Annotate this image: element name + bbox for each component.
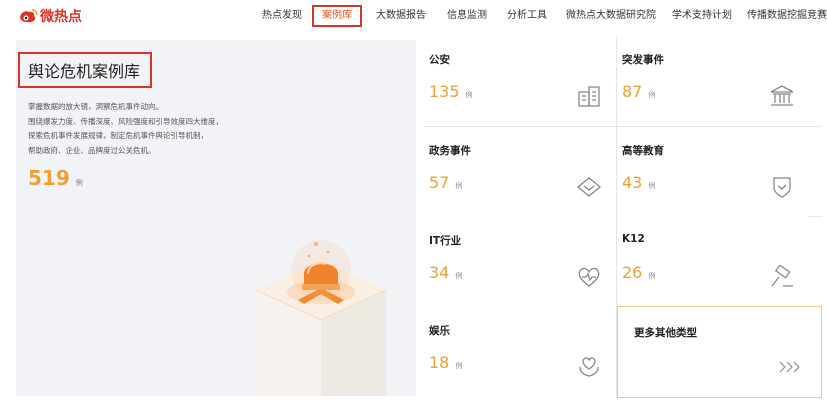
count-unit: 例	[648, 91, 656, 99]
shield-check-icon	[773, 177, 791, 198]
bank-icon	[770, 85, 794, 106]
page-title: 舆论危机案例库	[18, 52, 152, 88]
weibo-eye-icon	[20, 9, 38, 23]
category-card-k12[interactable]: K12 26 例	[617, 217, 809, 307]
category-count: 135 例	[429, 82, 473, 101]
category-card-higher-education[interactable]: 高等教育 43 例	[617, 127, 809, 217]
nav-label: 案例库	[312, 5, 362, 27]
nav-label: 大数据报告	[376, 10, 426, 21]
count-number: 135	[429, 82, 460, 101]
category-count: 57 例	[429, 173, 462, 192]
count-number: 57	[429, 173, 450, 192]
category-name: 娱乐	[429, 325, 450, 337]
count-number: 43	[622, 173, 643, 192]
main-nav: 热点发现 案例库 大数据报告 信息监测 分析工具 微热点大数据研究院 学术支持计…	[250, 0, 827, 32]
nav-label: 信息监测	[447, 10, 487, 21]
desc-line: 围绕爆发力度、传播深度、风险强度和引导效度四大维度，	[28, 116, 223, 126]
count-unit: 例	[455, 362, 463, 370]
heart-hands-icon	[579, 357, 599, 377]
count-number: 34	[429, 263, 450, 282]
nav-analysis-tools[interactable]: 分析工具	[507, 0, 547, 32]
total-number: 519	[28, 166, 70, 190]
nav-mining-contest[interactable]: 传播数据挖掘竞赛	[747, 0, 827, 32]
more-categories-card[interactable]: 更多其他类型	[617, 306, 822, 398]
nav-academic-support[interactable]: 学术支持计划	[672, 0, 732, 32]
count-unit: 例	[648, 182, 656, 190]
category-card-emergency[interactable]: 突发事件 87 例	[617, 36, 809, 126]
nav-label: 学术支持计划	[672, 10, 732, 21]
nav-info-monitoring[interactable]: 信息监测	[447, 0, 487, 32]
nav-case-library[interactable]: 案例库	[312, 0, 362, 32]
total-count: 519 例	[28, 166, 83, 190]
count-unit: 例	[465, 91, 473, 99]
intro-description: 掌握数据的放大镜，洞察危机事件动向。 围绕爆发力度、传播深度、风险强度和引导效度…	[28, 100, 223, 158]
count-number: 18	[429, 353, 450, 372]
category-card-government[interactable]: 政务事件 57 例	[424, 127, 616, 217]
alarm-illustration	[255, 240, 387, 396]
nav-label: 分析工具	[507, 10, 547, 21]
nav-big-data-report[interactable]: 大数据报告	[376, 0, 426, 32]
heart-pulse-icon	[578, 267, 600, 287]
diamond-chevron-icon	[576, 177, 602, 197]
count-unit: 例	[648, 272, 656, 280]
count-unit: 例	[455, 272, 463, 280]
library-intro-panel: 舆论危机案例库 掌握数据的放大镜，洞察危机事件动向。 围绕爆发力度、传播深度、风…	[16, 40, 416, 396]
category-name: K12	[622, 233, 645, 245]
nav-hot-discovery[interactable]: 热点发现	[262, 0, 302, 32]
category-count: 87 例	[622, 82, 655, 101]
count-unit: 例	[455, 182, 463, 190]
more-categories-label: 更多其他类型	[634, 327, 697, 339]
category-count: 43 例	[622, 173, 655, 192]
nav-label: 微热点大数据研究院	[566, 10, 656, 21]
triple-chevron-right-icon	[779, 361, 800, 373]
category-name: 高等教育	[622, 145, 664, 157]
category-card-entertainment[interactable]: 娱乐 18 例	[424, 307, 616, 397]
category-name: 政务事件	[429, 145, 471, 157]
site-logo[interactable]: 微热点	[18, 6, 82, 26]
count-number: 26	[622, 263, 643, 282]
category-count: 18 例	[429, 353, 462, 372]
nav-label: 传播数据挖掘竞赛	[747, 10, 827, 21]
category-name: 突发事件	[622, 54, 664, 66]
nav-research-institute[interactable]: 微热点大数据研究院	[566, 0, 656, 32]
category-name: 公安	[429, 54, 450, 66]
desc-line: 探索危机事件发展规律，制定危机事件舆论引导机制，	[28, 131, 208, 140]
count-number: 87	[622, 82, 643, 101]
hammer-icon	[771, 265, 793, 287]
logo-text: 微热点	[40, 9, 82, 25]
desc-line: 掌握数据的放大镜，洞察危机事件动向。	[28, 102, 163, 111]
category-grid: 公安 135 例 突发事件 87 例 政务事件 57 例 高等教育 43 例 I…	[424, 36, 822, 398]
category-name: IT行业	[429, 235, 462, 247]
total-unit: 例	[75, 179, 83, 187]
nav-label: 热点发现	[262, 10, 302, 21]
category-count: 26 例	[622, 263, 655, 282]
category-card-it-industry[interactable]: IT行业 34 例	[424, 217, 616, 307]
building-icon	[578, 86, 600, 107]
top-header: 微热点 热点发现 案例库 大数据报告 信息监测 分析工具 微热点大数据研究院 学…	[0, 0, 827, 32]
category-count: 34 例	[429, 263, 462, 282]
category-card-public-security[interactable]: 公安 135 例	[424, 36, 616, 126]
page-title-text: 舆论危机案例库	[28, 62, 141, 81]
desc-line: 帮助政府、企业、品牌度过公关危机。	[28, 145, 156, 155]
